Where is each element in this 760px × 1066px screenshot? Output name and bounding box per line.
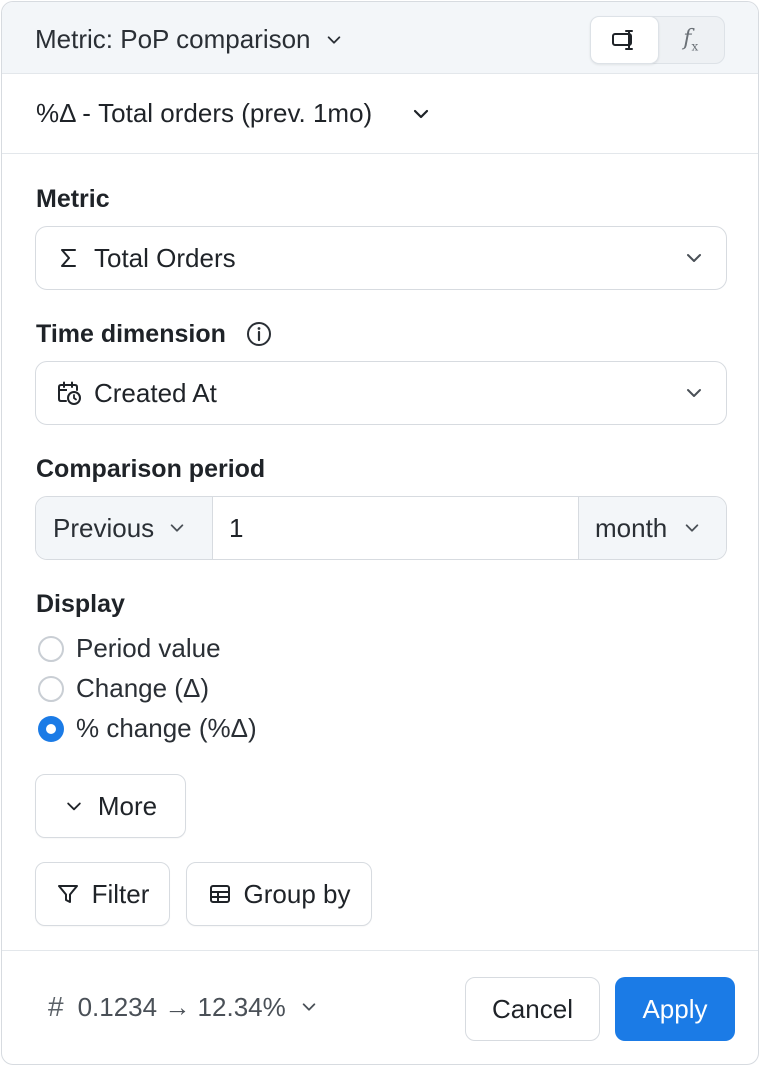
filter-icon bbox=[57, 885, 78, 903]
chevron-down-icon bbox=[685, 524, 699, 532]
group-by-button-label: Group by bbox=[243, 878, 351, 909]
display-option-change[interactable]: Change (Δ) bbox=[38, 673, 209, 704]
time-dimension-label: Time dimension bbox=[36, 320, 226, 348]
sigma-icon bbox=[56, 245, 82, 271]
number-format-example: 0.1234 → 12.34% bbox=[77, 991, 286, 1022]
more-button-label: More bbox=[97, 790, 158, 821]
chevron-down-icon[interactable] bbox=[410, 103, 432, 125]
display-option-label: Change (Δ) bbox=[76, 673, 209, 703]
text-cursor-box-icon bbox=[612, 30, 634, 50]
metric-type-dropdown[interactable]: Metric: PoP comparison bbox=[35, 24, 343, 55]
calendar-clock-icon bbox=[56, 380, 82, 406]
chevron-down-icon bbox=[687, 389, 701, 397]
comparison-period-control: Previous month bbox=[35, 496, 727, 560]
visual-mode-button[interactable] bbox=[590, 16, 659, 64]
panel-footer: # 0.1234 → 12.34% Cancel Apply bbox=[2, 950, 758, 1064]
metric-label: Metric bbox=[36, 185, 110, 213]
info-icon[interactable] bbox=[246, 321, 272, 347]
metric-type-label: Metric: PoP comparison bbox=[35, 24, 311, 54]
metric-editor-panel: Metric: PoP comparison fx %Δ - Total ord… bbox=[1, 1, 759, 1065]
hash-icon: # bbox=[48, 991, 64, 1022]
panel-header: Metric: PoP comparison fx bbox=[2, 2, 758, 74]
metric-select[interactable]: Total Orders bbox=[35, 226, 727, 290]
more-button[interactable]: More bbox=[35, 774, 186, 838]
formula-mode-button[interactable]: fx bbox=[658, 17, 725, 63]
chevron-down-icon bbox=[170, 524, 184, 532]
comparison-unit-select[interactable]: month bbox=[578, 497, 726, 559]
comparison-direction-select[interactable]: Previous bbox=[36, 497, 213, 559]
fx-icon: fx bbox=[683, 26, 699, 54]
number-format-dropdown[interactable]: # 0.1234 → 12.34% bbox=[48, 991, 318, 1023]
group-by-button[interactable]: Group by bbox=[186, 862, 372, 926]
cancel-button[interactable]: Cancel bbox=[465, 977, 600, 1041]
table-icon bbox=[209, 885, 230, 903]
chevron-down-icon bbox=[302, 1003, 316, 1011]
comparison-period-label: Comparison period bbox=[36, 455, 266, 483]
radio-button[interactable] bbox=[38, 675, 64, 702]
time-dimension-select[interactable]: Created At bbox=[35, 361, 727, 425]
apply-button[interactable]: Apply bbox=[615, 977, 735, 1041]
display-option-label: % change (%Δ) bbox=[76, 713, 257, 743]
radio-button-checked[interactable] bbox=[38, 715, 64, 742]
chevron-down-icon bbox=[67, 802, 81, 811]
metric-name-row[interactable]: %Δ - Total orders (prev. 1mo) bbox=[2, 74, 758, 154]
display-label: Display bbox=[36, 590, 125, 618]
chevron-down-icon bbox=[327, 35, 340, 44]
filter-button[interactable]: Filter bbox=[35, 862, 170, 926]
display-option-percent-change[interactable]: % change (%Δ) bbox=[38, 713, 257, 744]
comparison-amount-input[interactable] bbox=[229, 512, 529, 544]
comparison-direction-value: Previous bbox=[53, 512, 155, 543]
metric-name: %Δ - Total orders (prev. 1mo) bbox=[36, 98, 373, 128]
comparison-amount-field[interactable] bbox=[213, 497, 578, 559]
metric-select-value: Total Orders bbox=[94, 242, 236, 273]
radio-button[interactable] bbox=[38, 635, 64, 662]
editor-mode-toggle: fx bbox=[590, 16, 725, 64]
chevron-down-icon bbox=[687, 254, 701, 262]
comparison-unit-value: month bbox=[595, 512, 668, 543]
display-option-period-value[interactable]: Period value bbox=[38, 633, 221, 664]
time-dimension-value: Created At bbox=[94, 377, 217, 408]
display-option-label: Period value bbox=[76, 633, 221, 663]
filter-button-label: Filter bbox=[91, 878, 150, 909]
